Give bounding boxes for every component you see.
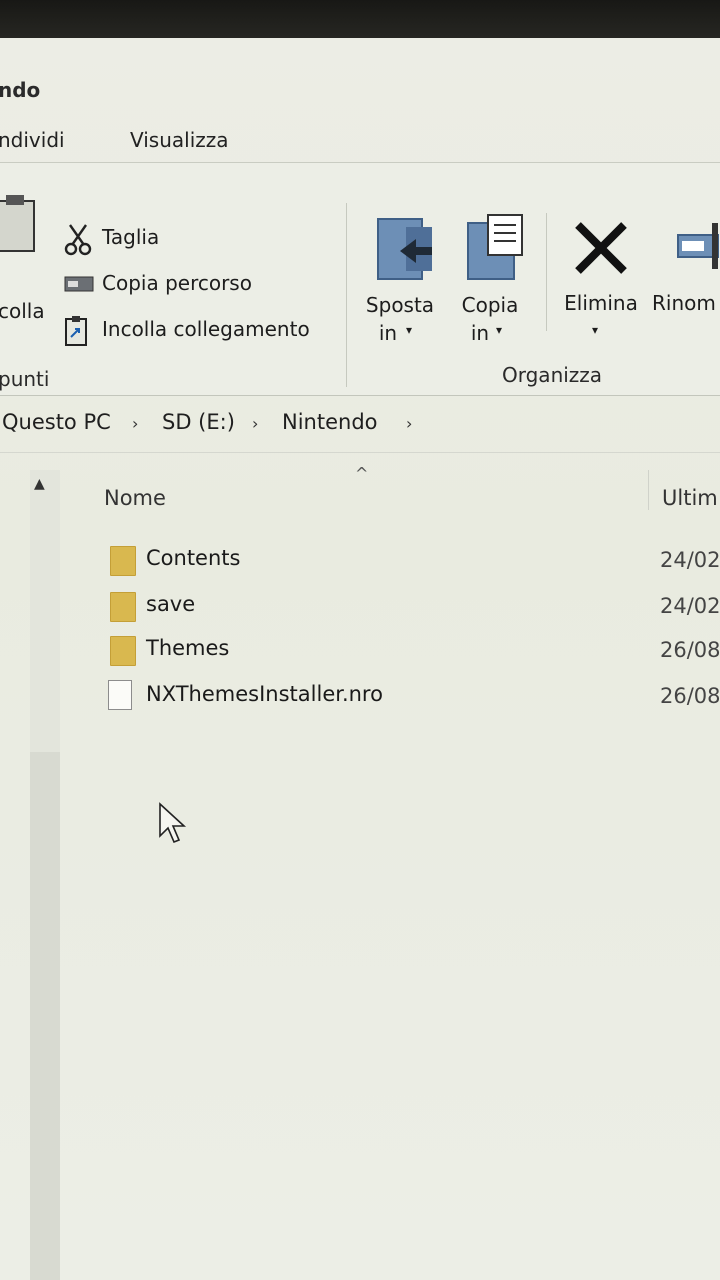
- item-date: 26/08: [660, 684, 720, 708]
- list-item[interactable]: NXThemesInstaller.nro 26/08: [100, 676, 720, 716]
- copy-to-dropdown-icon: ▾: [496, 323, 503, 337]
- list-item[interactable]: save 24/02: [100, 586, 720, 626]
- ribbon-separator-2: [546, 213, 547, 331]
- paste-icon: [0, 195, 35, 252]
- item-date: 24/02: [660, 594, 720, 618]
- copy-path-label: Copia percorso: [102, 271, 252, 295]
- title-bar: ndo: [0, 48, 720, 108]
- sort-ascending-icon: ^: [355, 464, 369, 483]
- list-item[interactable]: Contents 24/02: [100, 540, 720, 580]
- tab-view[interactable]: Visualizza: [130, 128, 229, 152]
- scrollbar-thumb[interactable]: [30, 752, 60, 1280]
- copy-to-icon: [467, 214, 523, 280]
- move-to-label-1: Sposta: [365, 293, 435, 317]
- breadcrumb-drive[interactable]: SD (E:): [162, 410, 235, 434]
- explorer-window: ndo ndividi Visualizza colla Taglia Copi…: [0, 38, 720, 1280]
- paste-label: colla: [0, 299, 45, 323]
- organize-group-label: Organizza: [502, 363, 603, 387]
- breadcrumb-this-pc[interactable]: Questo PC: [2, 410, 111, 434]
- column-header-name[interactable]: Nome: [104, 486, 166, 510]
- breadcrumb-chevron-icon[interactable]: ›: [406, 414, 412, 433]
- ribbon-tabs: ndividi Visualizza: [0, 120, 720, 164]
- breadcrumb-chevron-icon[interactable]: ›: [252, 414, 258, 433]
- delete-label: Elimina: [564, 291, 638, 315]
- item-name: Themes: [146, 636, 230, 660]
- scroll-up-icon[interactable]: ▲: [34, 476, 45, 492]
- paste-shortcut-label: Incolla collegamento: [102, 317, 310, 341]
- copy-path-icon: [64, 276, 94, 292]
- copy-to-label-2: in: [470, 321, 490, 345]
- list-item[interactable]: Themes 26/08: [100, 630, 720, 670]
- window-title: ndo: [0, 78, 41, 102]
- folder-icon: [110, 592, 136, 622]
- tab-share[interactable]: ndividi: [0, 128, 65, 152]
- ribbon: colla Taglia Copia percorso Incolla coll…: [0, 162, 720, 396]
- cut-label: Taglia: [102, 225, 160, 249]
- folder-icon: [110, 636, 136, 666]
- paste-shortcut-icon: [65, 316, 87, 346]
- item-name: NXThemesInstaller.nro: [146, 682, 383, 706]
- column-header-modified[interactable]: Ultim: [662, 486, 718, 510]
- item-date: 26/08: [660, 638, 720, 662]
- move-to-dropdown-icon: ▾: [406, 323, 413, 337]
- scissors-icon: [64, 224, 92, 256]
- delete-x-icon: [575, 222, 627, 274]
- clipboard-group-label: punti: [0, 367, 50, 391]
- mouse-pointer-icon: [159, 802, 187, 844]
- move-to-icon: [377, 218, 432, 280]
- file-list-pane: ▲ ⌄ ^ Nome Ultim Contents 24/02 save 24/…: [0, 452, 720, 1280]
- rename-label: Rinom: [652, 291, 716, 315]
- folder-icon: [110, 546, 136, 576]
- copy-to-label-1: Copia: [461, 293, 519, 317]
- column-divider[interactable]: [648, 470, 649, 510]
- item-name: save: [146, 592, 196, 616]
- ribbon-separator: [346, 203, 347, 387]
- breadcrumb-folder[interactable]: Nintendo: [282, 410, 378, 434]
- breadcrumb-chevron-icon[interactable]: ›: [132, 414, 138, 433]
- move-to-label-2: in: [378, 321, 398, 345]
- item-name: Contents: [146, 546, 241, 570]
- delete-dropdown-icon: ▾: [592, 323, 599, 337]
- item-date: 24/02: [660, 548, 720, 572]
- address-bar[interactable]: Questo PC › SD (E:) › Nintendo ›: [0, 402, 720, 453]
- file-icon: [108, 680, 132, 710]
- rename-icon: [677, 223, 719, 269]
